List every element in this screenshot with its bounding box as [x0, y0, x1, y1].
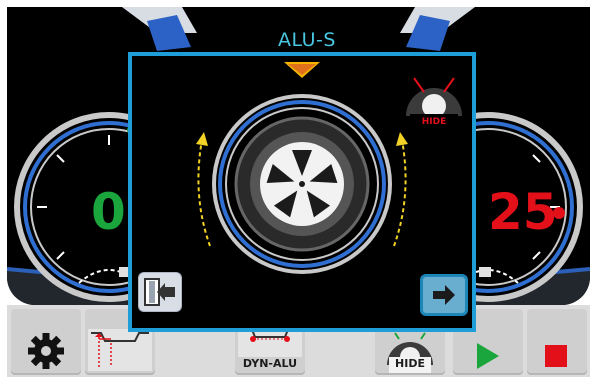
arrow-right-icon — [433, 285, 455, 305]
hide-toolbar-label: HIDE — [395, 357, 425, 370]
exit-button[interactable] — [138, 272, 182, 312]
rotation-arrow-left-icon — [196, 132, 211, 247]
next-button[interactable] — [420, 274, 468, 316]
rotation-arrow-right-icon — [393, 132, 408, 247]
settings-button[interactable] — [11, 309, 81, 375]
dyn-alu-label: DYN-ALU — [242, 357, 298, 370]
wheel-graphic — [212, 94, 392, 274]
hide-icon-label: HIDE — [422, 117, 447, 127]
right-gauge-value: 25 — [488, 183, 558, 241]
gear-icon — [28, 333, 64, 369]
stop-button[interactable] — [527, 309, 587, 375]
stop-icon — [545, 345, 567, 367]
exit-door-icon — [144, 278, 175, 306]
mode-title: ALU-S — [278, 29, 336, 51]
